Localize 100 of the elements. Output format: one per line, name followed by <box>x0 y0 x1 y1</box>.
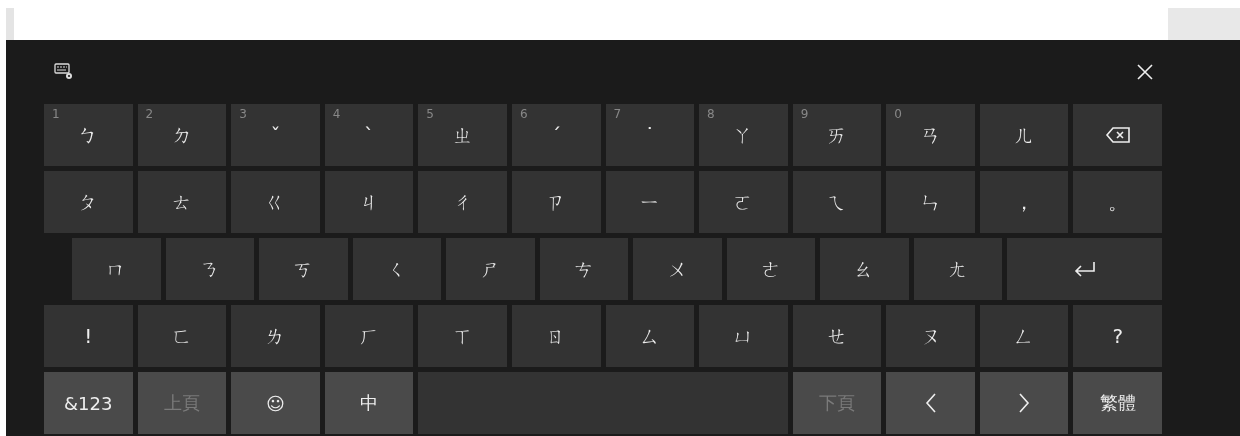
key[interactable]: ㄤ <box>913 238 1002 300</box>
key-label: ㄗ <box>546 188 567 216</box>
key[interactable]: ㄎ <box>259 238 348 300</box>
key[interactable]: ㄗ <box>511 171 601 233</box>
key-label: ， <box>1014 188 1035 216</box>
key-label: ㄞ <box>826 121 847 149</box>
key-label: ㄇ <box>106 255 127 283</box>
key[interactable]: 2 ㄉ <box>137 104 227 166</box>
key-label: ㄛ <box>733 188 754 216</box>
scrollbar-area <box>1168 8 1240 40</box>
key-label: ㄢ <box>920 121 941 149</box>
key[interactable]: ， <box>979 171 1069 233</box>
key-number: 7 <box>613 107 622 121</box>
key-label: 。 <box>1107 188 1128 216</box>
chevron-icon <box>923 392 938 414</box>
key-number: 6 <box>519 107 528 121</box>
key[interactable]: ㄔ <box>418 171 507 233</box>
key-label: ㄕ <box>480 255 501 283</box>
key-label: ㄘ <box>573 255 594 283</box>
function-key[interactable]: &123 <box>44 372 133 434</box>
key[interactable]: 9 ㄞ <box>792 104 882 166</box>
key-label: ㄨ <box>667 255 688 283</box>
key[interactable]: ㄟ <box>792 171 882 233</box>
key[interactable]: ㄐ <box>324 171 414 233</box>
key-number: 2 <box>145 107 154 121</box>
key-label: ㄒ <box>452 322 473 350</box>
key[interactable]: ㄆ <box>44 171 133 233</box>
key-number: 5 <box>426 107 434 121</box>
key[interactable]: ㄍ <box>231 171 320 233</box>
key[interactable]: ㄛ <box>699 171 788 233</box>
key-label: ㄩ <box>733 322 754 350</box>
chevron-icon <box>1017 392 1032 414</box>
key[interactable]: ㄇ <box>72 238 161 300</box>
key[interactable]: 1 ㄅ <box>44 104 133 166</box>
key[interactable]: ㄣ <box>886 171 975 233</box>
enter-icon <box>1072 261 1097 277</box>
key[interactable]: ㄑ <box>352 238 441 300</box>
window-edge <box>6 8 14 40</box>
function-key[interactable]: ☺ <box>231 372 320 434</box>
key[interactable]: ㄧ <box>605 171 695 233</box>
key[interactable]: ㄖ <box>511 305 601 367</box>
backspace-key[interactable] <box>1073 104 1162 166</box>
backspace-icon <box>1104 126 1131 144</box>
key[interactable]: ? <box>1073 305 1162 367</box>
key[interactable]: ㄏ <box>324 305 414 367</box>
key-label: ? <box>1112 324 1123 348</box>
key-label: ㄑ <box>386 255 407 283</box>
key[interactable]: ㄨ <box>633 238 722 300</box>
key-label: ㄤ <box>947 255 968 283</box>
key-label: ˊ <box>551 123 562 147</box>
key[interactable]: ㄩ <box>699 305 788 367</box>
key[interactable]: 。 <box>1073 171 1162 233</box>
key-label: ㄔ <box>452 188 473 216</box>
key-label: ㄥ <box>1014 322 1035 350</box>
key-label: ㄜ <box>760 255 781 283</box>
key[interactable]: ! <box>44 305 133 367</box>
key[interactable]: 0 ㄢ <box>886 104 975 166</box>
key-number: 8 <box>707 107 715 121</box>
key[interactable]: ㄘ <box>539 238 628 300</box>
key[interactable]: 3 ˇ <box>231 104 320 166</box>
key[interactable]: ㄙ <box>605 305 695 367</box>
key-label: ㄣ <box>920 188 941 216</box>
function-key[interactable]: 中 <box>324 372 414 434</box>
key-number: 9 <box>800 107 809 121</box>
key-number: 0 <box>894 107 902 121</box>
key-label: ㄉ <box>171 121 192 149</box>
key[interactable]: 6 ˊ <box>511 104 601 166</box>
key[interactable]: ㄌ <box>231 305 320 367</box>
key-label: ㄖ <box>546 322 567 350</box>
key-label: ㄟ <box>826 188 847 216</box>
key[interactable]: ㄒ <box>418 305 507 367</box>
key-label: ㄍ <box>265 188 286 216</box>
key-label: ㄚ <box>733 121 754 149</box>
key-label: ㄐ <box>359 188 380 216</box>
key[interactable]: ㄥ <box>979 305 1069 367</box>
close-icon[interactable] <box>1136 63 1154 81</box>
key[interactable]: ㄈ <box>137 305 227 367</box>
key-label: ˇ <box>270 123 281 147</box>
key[interactable]: ㄕ <box>446 238 535 300</box>
key-label: ㄌ <box>265 322 286 350</box>
function-key[interactable]: 繁體 <box>1073 372 1162 434</box>
key[interactable]: 7 ˙ <box>605 104 695 166</box>
key-label: ㄡ <box>920 322 941 350</box>
key-label: ˙ <box>644 123 655 147</box>
key[interactable]: ㄜ <box>726 238 815 300</box>
right-arrow-key[interactable] <box>979 372 1069 434</box>
key[interactable]: ㄋ <box>165 238 254 300</box>
key[interactable]: 8 ㄚ <box>699 104 788 166</box>
key[interactable]: 4 ˋ <box>324 104 414 166</box>
key[interactable]: ㄝ <box>792 305 882 367</box>
key-label: ㄈ <box>171 322 192 350</box>
key[interactable]: 5 ㄓ <box>418 104 507 166</box>
key-label: ㄅ <box>78 121 99 149</box>
key[interactable]: ㄡ <box>886 305 975 367</box>
key[interactable]: ㄠ <box>820 238 909 300</box>
key[interactable]: ㄦ <box>979 104 1069 166</box>
key[interactable]: ㄊ <box>137 171 227 233</box>
key-label: ㄊ <box>171 188 192 216</box>
key-label: ㄠ <box>854 255 875 283</box>
keyboard-settings-icon[interactable] <box>54 63 74 81</box>
